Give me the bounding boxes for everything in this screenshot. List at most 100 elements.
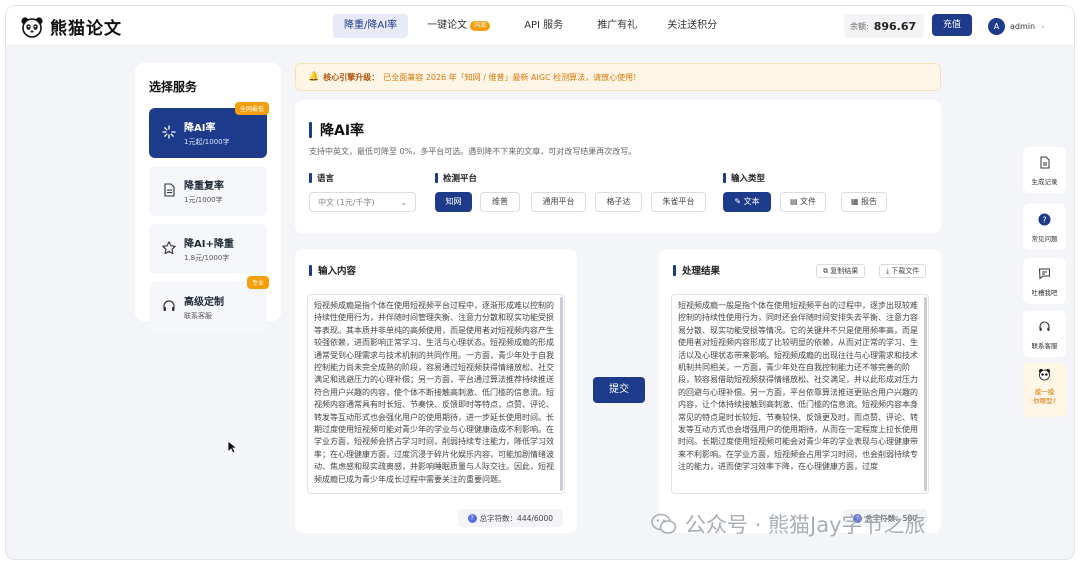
notice-bold: 核心引擎升级：: [323, 72, 380, 82]
output-textarea[interactable]: 短视频成瘾一般是指个体在使用短视频平台的过程中，逐步出现较难控制的持续性使用行为…: [671, 294, 929, 494]
tool-faq[interactable]: ? 常见问题: [1023, 204, 1066, 250]
tool-panda[interactable]: 摸一摸 你哪型?: [1023, 363, 1066, 417]
service-item-reduce-ai-and-duplicate[interactable]: 降AI+降重 1.8元/1000字: [149, 224, 267, 274]
service-price: 1.8元/1000字: [184, 254, 230, 262]
document-icon: [164, 183, 175, 197]
output-panel-title: 处理结果: [673, 263, 720, 277]
pencil-icon: ✎: [734, 197, 744, 206]
platform-label: 检测平台: [435, 172, 477, 184]
nav-item-referral[interactable]: 推广有礼: [586, 14, 648, 38]
beta-badge: 内测: [470, 21, 491, 31]
service-item-reduce-ai[interactable]: 降AI率 1元起/1000字 全网最低: [149, 102, 269, 158]
language-label: 语言: [309, 172, 334, 184]
username: admin: [1010, 21, 1036, 31]
mouse-cursor-icon: [227, 440, 237, 454]
balance-display: 余额: 896.67: [844, 14, 924, 38]
service-name: 高级定制: [184, 297, 224, 308]
tool-label: 常见问题: [1031, 235, 1058, 243]
input-textarea[interactable]: 短视频成瘾是指个体在使用短视频平台过程中，逐渐形成难以控制的持续性使用行为，并伴…: [307, 294, 565, 494]
submit-button[interactable]: 提交: [593, 377, 645, 403]
scrollbar[interactable]: [924, 297, 927, 491]
balance-label: 余额:: [850, 21, 869, 31]
accent-bar: [309, 173, 312, 183]
input-type-report[interactable]: ▦ 报告: [841, 192, 887, 212]
nav-label: 推广有礼: [597, 20, 638, 31]
service-name: 降重复率: [184, 181, 224, 192]
panda-icon: [1039, 369, 1050, 381]
chat-icon: [1038, 268, 1050, 280]
service-price: 1元起/1000字: [184, 138, 230, 146]
accent-bar: [435, 173, 438, 183]
platform-chip-zhuque[interactable]: 朱雀平台: [651, 192, 706, 212]
brand-title: 熊猫论文: [50, 19, 122, 39]
input-char-count: ? 总字符数：444/6000: [457, 509, 563, 527]
service-tag: 专业: [246, 276, 269, 289]
service-name: 降AI率: [184, 123, 216, 134]
file-icon: [1040, 156, 1050, 169]
platform-chip-general[interactable]: 通用平台: [531, 192, 586, 212]
headset-icon: [1039, 321, 1050, 331]
chip-label: 文件: [800, 197, 817, 206]
nav-item-reduce[interactable]: 降重/降AI率: [333, 14, 409, 38]
nav-label: 一键论文: [427, 20, 468, 31]
service-sidebar: 选择服务 降AI率 1元起/1000字 全网最低 降重复率 1元/1000字 降…: [135, 63, 281, 332]
tool-history[interactable]: 生成记录: [1023, 147, 1066, 193]
tool-label: 联系客服: [1031, 342, 1058, 350]
input-type-text[interactable]: ✎ 文本: [723, 192, 771, 212]
nav-item-api[interactable]: API 服务: [513, 14, 574, 38]
service-price: 联系客服: [184, 312, 212, 320]
nav-item-one-click-paper[interactable]: 一键论文 内测: [416, 14, 501, 38]
download-file-button[interactable]: ⤓ 下载文件: [879, 264, 927, 278]
service-item-reduce-duplicate[interactable]: 降重复率 1元/1000字: [149, 166, 267, 216]
nav-label: 降重/降AI率: [344, 20, 398, 31]
star-icon: [162, 241, 176, 255]
input-text: 短视频成瘾是指个体在使用短视频平台过程中，逐渐形成难以控制的持续性使用行为，并伴…: [314, 301, 554, 484]
label-text: 输入类型: [731, 174, 766, 184]
brand-logo[interactable]: 熊猫论文: [20, 14, 122, 39]
panel-title-text: 处理结果: [682, 266, 721, 277]
panel-title-text: 输入内容: [318, 266, 357, 277]
nav-item-follow[interactable]: 关注送积分: [656, 14, 728, 38]
user-menu[interactable]: A admin ⌄: [988, 14, 1056, 38]
button-label: 下载文件: [891, 267, 920, 275]
chip-label: 文本: [743, 197, 760, 206]
output-panel: 处理结果 ⧉ 复制结果 ⤓ 下载文件 短视频成瘾一般是指个体在使用短视频平台的过…: [659, 249, 941, 533]
input-panel-title: 输入内容: [309, 263, 356, 277]
service-item-custom[interactable]: 高级定制 联系客服 专业: [149, 276, 269, 332]
tool-feedback[interactable]: 吐槽我吧: [1023, 258, 1066, 304]
tool-label: 生成记录: [1031, 178, 1058, 186]
copy-result-button[interactable]: ⧉ 复制结果: [816, 264, 866, 278]
tool-support[interactable]: 联系客服: [1023, 311, 1066, 357]
label-text: 检测平台: [443, 174, 478, 184]
accent-bar: [309, 264, 312, 276]
report-icon: ▦: [850, 197, 862, 206]
language-select[interactable]: 中文 (1元/千字) ⌄: [309, 192, 416, 212]
accent-bar: [723, 173, 726, 183]
tool-label-text: 摸一摸 你哪型?: [1033, 388, 1056, 405]
input-type-file[interactable]: ▤ 文件: [780, 192, 826, 212]
platform-chip-vip[interactable]: 维普: [480, 192, 520, 212]
balance-value: 896.67: [873, 19, 917, 33]
recharge-button[interactable]: 充值: [932, 14, 972, 36]
nav-label: 关注送积分: [667, 20, 718, 31]
scrollbar[interactable]: [560, 297, 563, 491]
page-title: 降AI率: [309, 120, 364, 140]
wechat-icon: [651, 513, 677, 534]
input-type-label: 输入类型: [723, 172, 765, 184]
platform-chip-gezida[interactable]: 格子达: [595, 192, 642, 212]
page-description: 支持中英文，最低可降至 0%，多平台可选。遇到降不下来的文章，可对改写结果再次改…: [309, 147, 637, 156]
service-price: 1元/1000字: [184, 196, 223, 204]
platform-chip-cnki[interactable]: 知网: [435, 192, 472, 212]
file-icon: ▤: [789, 197, 801, 206]
page-title-text: 降AI率: [320, 123, 365, 139]
service-name: 降AI+降重: [184, 239, 234, 250]
accent-bar: [673, 264, 676, 276]
button-label: 复制结果: [830, 267, 859, 275]
notice-text: 已全面兼容 2026 年「知网 / 维普」最新 AIGC 检测算法，请放心使用!: [383, 72, 637, 82]
avatar: A: [988, 17, 1005, 35]
bell-icon: 🔔: [308, 72, 320, 82]
nav-label: API 服务: [524, 20, 564, 31]
tool-label: 摸一摸 你哪型?: [1023, 388, 1066, 406]
question-icon: ?: [1038, 213, 1051, 226]
tool-label: 吐槽我吧: [1031, 289, 1058, 297]
